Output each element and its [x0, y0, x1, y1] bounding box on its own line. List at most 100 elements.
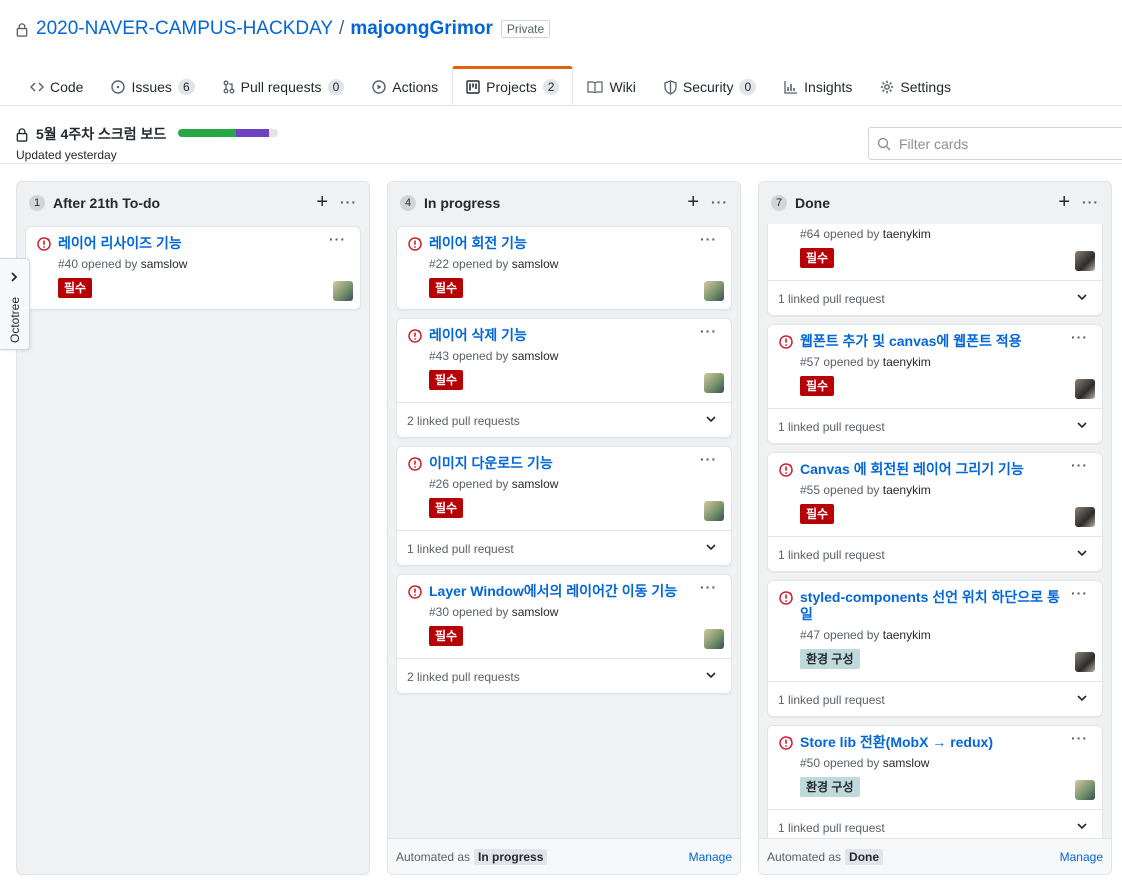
issue-label[interactable]: 필수: [800, 248, 835, 268]
tab-insights[interactable]: Insights: [770, 66, 866, 106]
issue-label[interactable]: 필수: [58, 278, 93, 298]
issue-card[interactable]: 웹폰트 추가 및 canvas에 웹폰트 적용 ··· #57 opened by …: [767, 324, 1103, 444]
issue-label[interactable]: 환경 구성: [800, 777, 860, 797]
issue-author[interactable]: samslow: [512, 349, 559, 363]
linked-pull-requests[interactable]: 1 linked pull request: [768, 809, 1102, 838]
issue-card[interactable]: Store lib 전환(MobX → redux) ··· #50 opened …: [767, 725, 1103, 838]
avatar[interactable]: [1075, 251, 1095, 271]
tab-wiki[interactable]: Wiki: [573, 66, 649, 106]
tab-issues[interactable]: Issues 6: [97, 66, 208, 106]
add-card-icon[interactable]: +: [316, 192, 328, 212]
issue-title-link[interactable]: styled-components 선언 위치 하단으로 통일: [800, 589, 1062, 623]
issue-meta: #30 opened by samslow: [429, 605, 558, 619]
avatar[interactable]: [333, 281, 353, 301]
issue-label[interactable]: 필수: [429, 498, 464, 518]
issue-card[interactable]: styled-components 선언 위치 하단으로 통일 ··· #47 op…: [767, 580, 1103, 717]
linked-pull-requests[interactable]: 1 linked pull request: [768, 681, 1102, 717]
avatar[interactable]: [704, 501, 724, 521]
card-menu-icon[interactable]: ···: [700, 579, 717, 595]
issue-title-link[interactable]: Layer Window에서의 레이어간 이동 기능: [429, 583, 691, 600]
tab-security[interactable]: Security 0: [650, 66, 770, 106]
card-menu-icon[interactable]: ···: [700, 451, 717, 467]
avatar[interactable]: [704, 629, 724, 649]
chevron-down-icon[interactable]: [1076, 421, 1088, 429]
avatar[interactable]: [1075, 652, 1095, 672]
issue-author[interactable]: samslow: [141, 257, 188, 271]
issue-card[interactable]: 레이어 회전 기능 ··· #22 opened by samslow 필수: [396, 226, 732, 310]
issue-card[interactable]: 레이어 리사이즈 기능 ··· #40 opened by samslow 필수: [25, 226, 361, 310]
issue-label[interactable]: 필수: [800, 504, 835, 524]
issue-author[interactable]: taenykim: [883, 483, 931, 497]
column-menu-icon[interactable]: ···: [711, 194, 728, 210]
lock-icon: [16, 22, 28, 37]
chevron-down-icon[interactable]: [1076, 822, 1088, 830]
manage-automation-link[interactable]: Manage: [689, 850, 732, 864]
chevron-down-icon[interactable]: [705, 543, 717, 551]
avatar[interactable]: [1075, 507, 1095, 527]
card-menu-icon[interactable]: ···: [1071, 585, 1088, 601]
issue-label[interactable]: 필수: [429, 370, 464, 390]
issue-card[interactable]: underline) 적용···#64 opened by taenykim필수…: [767, 224, 1103, 316]
issue-author[interactable]: samslow: [512, 477, 559, 491]
card-menu-icon[interactable]: ···: [1071, 329, 1088, 345]
issue-card[interactable]: 이미지 다운로드 기능 ··· #26 opened by samslow 필수 1 l…: [396, 446, 732, 566]
issue-card[interactable]: 레이어 삭제 기능 ··· #43 opened by samslow 필수 2 lin…: [396, 318, 732, 438]
issue-author[interactable]: taenykim: [883, 355, 931, 369]
linked-pull-requests[interactable]: 2 linked pull requests: [397, 402, 731, 438]
project-progress-bar: [178, 129, 278, 137]
repo-name-link[interactable]: majoongGrimor: [350, 18, 493, 40]
filter-cards-input[interactable]: [899, 135, 1119, 152]
card-menu-icon[interactable]: ···: [700, 231, 717, 247]
issue-label[interactable]: 필수: [429, 626, 464, 646]
tab-settings[interactable]: Settings: [866, 66, 965, 106]
tab-pull-requests[interactable]: Pull requests 0: [209, 66, 359, 106]
issue-author[interactable]: samslow: [512, 257, 559, 271]
issue-title-link[interactable]: 이미지 다운로드 기능: [429, 455, 691, 472]
column-menu-icon[interactable]: ···: [1082, 194, 1099, 210]
repo-owner-link[interactable]: 2020-NAVER-CAMPUS-HACKDAY: [36, 18, 333, 40]
linked-pull-requests[interactable]: 1 linked pull request: [768, 536, 1102, 572]
avatar[interactable]: [1075, 780, 1095, 800]
issue-title-link[interactable]: 레이어 리사이즈 기능: [58, 235, 320, 252]
filter-cards[interactable]: [868, 127, 1122, 160]
column-menu-icon[interactable]: ···: [340, 194, 357, 210]
issue-author[interactable]: samslow: [512, 605, 559, 619]
issue-card[interactable]: Layer Window에서의 레이어간 이동 기능 ··· #30 opened …: [396, 574, 732, 694]
linked-pull-requests[interactable]: 1 linked pull request: [768, 408, 1102, 444]
card-menu-icon[interactable]: ···: [329, 231, 346, 247]
chevron-down-icon[interactable]: [705, 415, 717, 423]
issue-card[interactable]: Canvas 에 회전된 레이어 그리기 기능 ··· #55 opened by …: [767, 452, 1103, 572]
issue-title-link[interactable]: Canvas 에 회전된 레이어 그리기 기능: [800, 461, 1062, 478]
add-card-icon[interactable]: +: [687, 192, 699, 212]
linked-pull-requests[interactable]: 1 linked pull request: [768, 280, 1102, 316]
card-menu-icon[interactable]: ···: [1071, 730, 1088, 746]
add-card-icon[interactable]: +: [1058, 192, 1070, 212]
issue-title-link[interactable]: Store lib 전환(MobX → redux): [800, 734, 1062, 751]
issue-title-link[interactable]: 레이어 삭제 기능: [429, 327, 691, 344]
avatar[interactable]: [704, 281, 724, 301]
chevron-down-icon[interactable]: [1076, 694, 1088, 702]
tab-actions[interactable]: Actions: [358, 66, 452, 106]
manage-automation-link[interactable]: Manage: [1060, 850, 1103, 864]
chevron-down-icon[interactable]: [705, 671, 717, 679]
issue-author[interactable]: samslow: [883, 756, 930, 770]
chevron-down-icon[interactable]: [1076, 549, 1088, 557]
issue-author[interactable]: taenykim: [883, 628, 931, 642]
linked-pull-requests[interactable]: 2 linked pull requests: [397, 658, 731, 694]
issue-label[interactable]: 환경 구성: [800, 649, 860, 669]
issue-title-link[interactable]: 레이어 회전 기능: [429, 235, 691, 252]
tab-code[interactable]: Code: [16, 66, 97, 106]
tab-count: 2: [542, 79, 560, 95]
avatar[interactable]: [1075, 379, 1095, 399]
octotree-toggle[interactable]: Octotree: [0, 258, 30, 350]
issue-label[interactable]: 필수: [429, 278, 464, 298]
card-menu-icon[interactable]: ···: [1071, 457, 1088, 473]
tab-projects[interactable]: Projects 2: [452, 66, 574, 106]
avatar[interactable]: [704, 373, 724, 393]
card-menu-icon[interactable]: ···: [700, 323, 717, 339]
issue-label[interactable]: 필수: [800, 376, 835, 396]
chevron-down-icon[interactable]: [1076, 293, 1088, 301]
issue-title-link[interactable]: 웹폰트 추가 및 canvas에 웹폰트 적용: [800, 333, 1062, 350]
linked-pull-requests[interactable]: 1 linked pull request: [397, 530, 731, 566]
issue-author[interactable]: taenykim: [883, 227, 931, 241]
